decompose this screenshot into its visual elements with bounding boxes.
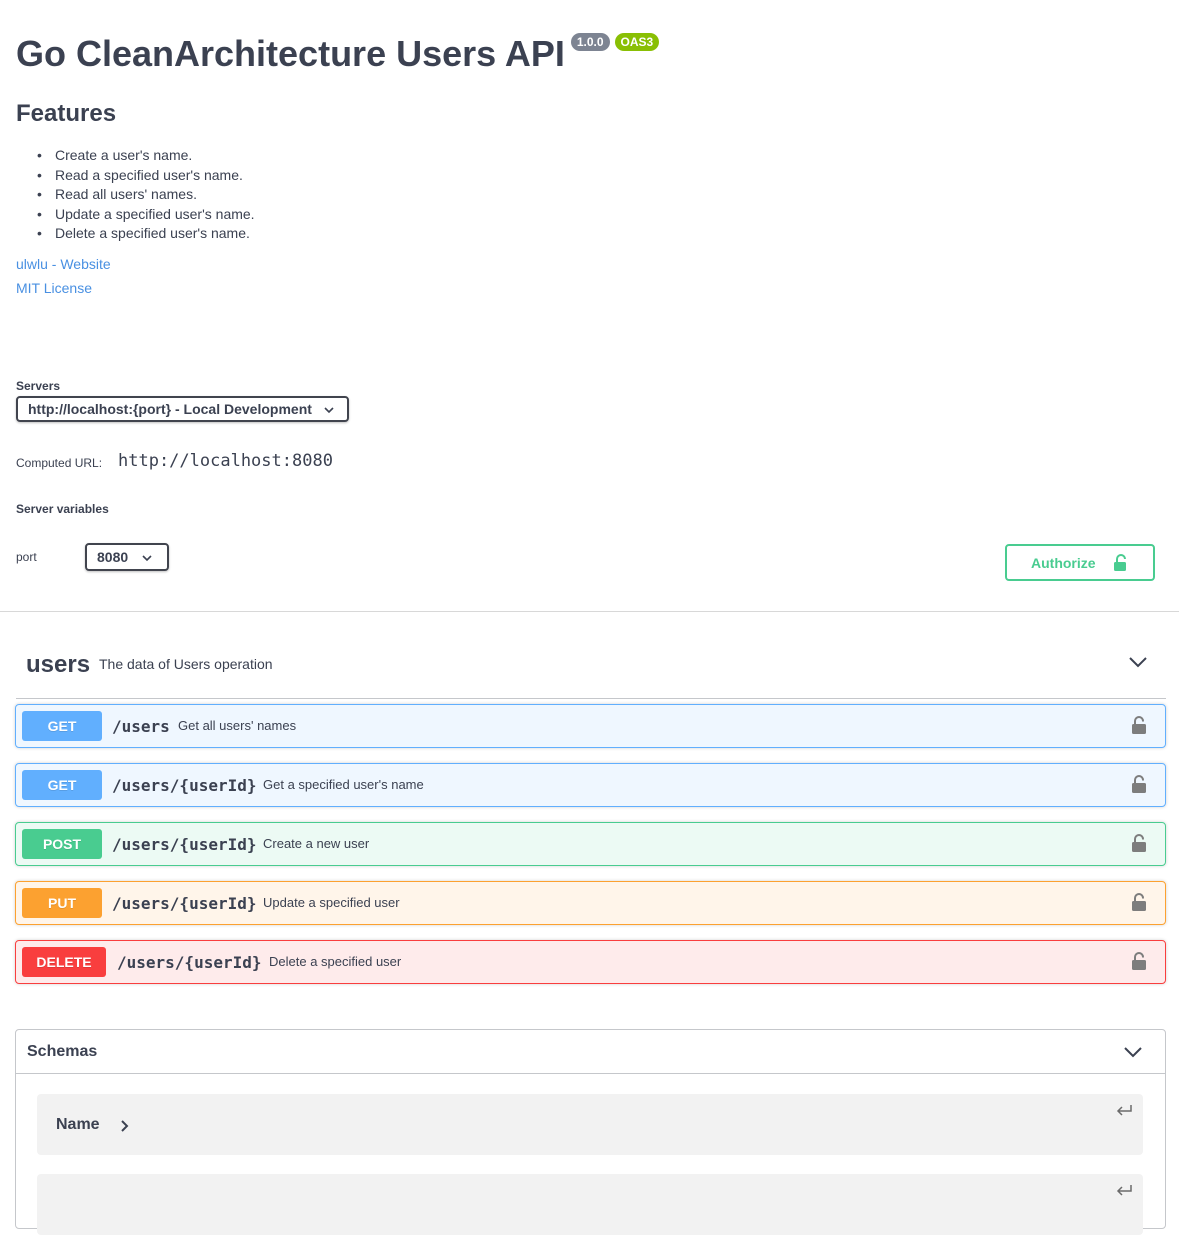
operation-path: /users/{userId} [112, 776, 257, 795]
unlock-icon [1114, 554, 1126, 571]
method-badge: PUT [22, 888, 102, 918]
feature-item: Delete a specified user's name. [37, 224, 255, 244]
operation-summary: Update a specified user [263, 895, 400, 910]
chevron-down-icon [324, 407, 334, 414]
operation-summary: Get all users' names [178, 718, 297, 733]
lock-icon[interactable] [1131, 892, 1147, 912]
lock-icon[interactable] [1131, 715, 1147, 735]
authorize-label: Authorize [1031, 554, 1096, 571]
divider [0, 611, 1179, 612]
operation-delete-user[interactable]: DELETE /users/{userId} Delete a specifie… [15, 940, 1166, 984]
tag-description: The data of Users operation [99, 656, 273, 672]
computed-url: http://localhost:8080 [118, 451, 333, 471]
operation-put-user[interactable]: PUT /users/{userId} Update a specified u… [15, 881, 1166, 925]
lock-icon[interactable] [1131, 951, 1147, 971]
features-heading: Features [16, 100, 117, 127]
lock-icon[interactable] [1131, 833, 1147, 853]
computed-url-label: Computed URL: [16, 456, 103, 470]
lock-icon[interactable] [1131, 774, 1147, 794]
method-badge: GET [22, 770, 102, 800]
operation-get-user-by-id[interactable]: GET /users/{userId} Get a specified user… [15, 763, 1166, 807]
operation-post-user[interactable]: POST /users/{userId} Create a new user [15, 822, 1166, 866]
servers-select[interactable]: http://localhost:{port} - Local Developm… [16, 396, 349, 422]
schemas-section: Schemas Name [15, 1029, 1166, 1235]
operation-summary: Delete a specified user [269, 954, 402, 969]
operation-path: /users/{userId} [112, 894, 257, 913]
schemas-title: Schemas [27, 1043, 98, 1060]
method-badge: POST [22, 829, 102, 859]
website-link[interactable]: ulwlu - Website [16, 256, 111, 272]
operation-path: /users [112, 717, 170, 736]
license-link[interactable]: MIT License [16, 280, 92, 296]
operation-get-users[interactable]: GET /users Get all users' names [15, 704, 1166, 748]
tag-name: users [26, 651, 91, 678]
operation-summary: Get a specified user's name [263, 777, 424, 792]
chevron-right-icon [121, 1120, 129, 1132]
oas-badge: OAS3 [614, 33, 660, 51]
servers-label: Servers [16, 379, 61, 393]
tag-header-users[interactable]: users The data of Users operation [16, 640, 1166, 699]
operation-path: /users/{userId} [112, 835, 257, 854]
feature-item: Create a user's name. [37, 146, 255, 166]
port-select[interactable]: 8080 [85, 543, 169, 571]
version-badge: 1.0.0 [570, 33, 610, 51]
port-select-value: 8080 [97, 549, 129, 565]
chevron-down-icon [1124, 1047, 1142, 1058]
method-badge: GET [22, 711, 102, 741]
chevron-down-icon [142, 555, 152, 562]
api-title: Go CleanArchitecture Users API [16, 33, 565, 74]
authorize-button[interactable]: Authorize [1005, 544, 1155, 581]
operation-summary: Create a new user [263, 836, 370, 851]
feature-item: Read all users' names. [37, 185, 255, 205]
feature-item: Read a specified user's name. [37, 166, 255, 186]
api-title-row: Go CleanArchitecture Users API 1.0.0 OAS… [16, 30, 660, 78]
servers-select-value: http://localhost:{port} - Local Developm… [28, 401, 312, 417]
server-variables-label: Server variables [16, 502, 109, 516]
model-name: Name [56, 1116, 100, 1133]
return-icon[interactable] [1115, 1104, 1133, 1118]
chevron-down-icon [1129, 657, 1147, 668]
port-label: port [16, 550, 37, 564]
return-icon[interactable] [1115, 1184, 1133, 1198]
method-badge: DELETE [22, 947, 106, 977]
schemas-header[interactable]: Schemas [16, 1030, 1165, 1074]
feature-item: Update a specified user's name. [37, 205, 255, 225]
features-list: Create a user's name. Read a specified u… [37, 146, 255, 244]
operation-path: /users/{userId} [117, 953, 262, 972]
schema-model[interactable] [37, 1174, 1143, 1235]
schema-model-name[interactable]: Name [37, 1094, 1143, 1155]
